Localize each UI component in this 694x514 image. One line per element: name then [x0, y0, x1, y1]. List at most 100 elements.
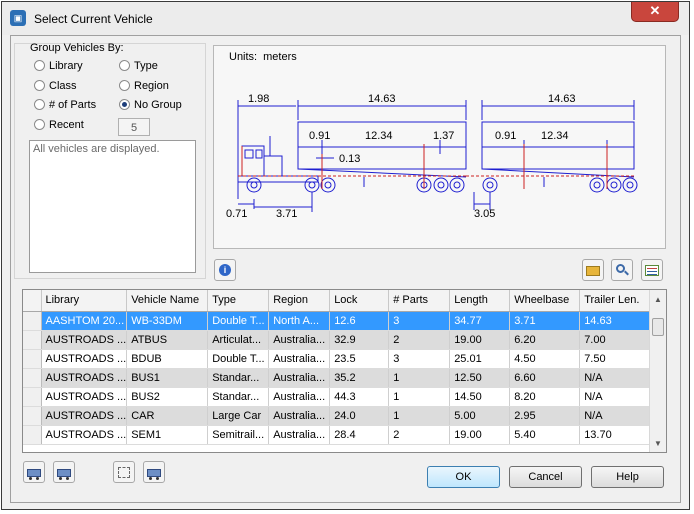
cell: WB-33DM [126, 311, 209, 331]
cell: 4.50 [509, 349, 581, 369]
vehicle-info-button[interactable]: i [214, 259, 236, 281]
table-row[interactable]: AUSTROADS ... SEM1 Semitrail... Australi… [23, 425, 653, 445]
table-row[interactable]: AUSTROADS ... CAR Large Car Australia...… [23, 406, 653, 426]
cell: 5.00 [449, 406, 511, 426]
scroll-thumb[interactable] [652, 318, 664, 336]
radio-region[interactable]: Region [119, 80, 169, 92]
cell: N/A [579, 368, 653, 388]
group-title: Group Vehicles By: [30, 42, 124, 54]
radio-label: Class [49, 80, 77, 92]
open-library-button[interactable] [582, 259, 604, 281]
radio-dot [119, 80, 130, 91]
radio-dot-selected [119, 99, 130, 110]
ok-button[interactable]: OK [427, 466, 500, 488]
cell: AUSTROADS ... [41, 425, 128, 445]
table-row[interactable]: AASHTOM 20... WB-33DM Double T... North … [23, 311, 653, 331]
row-selector[interactable] [23, 425, 42, 445]
dim-front: 1.98 [248, 93, 270, 105]
cell: 24.0 [329, 406, 390, 426]
cell: SEM1 [126, 425, 209, 445]
cell: 12.50 [449, 368, 511, 388]
col-trailer-length[interactable]: Trailer Len. [579, 290, 653, 312]
cell: Double T... [207, 349, 270, 369]
cell: Standar... [207, 368, 270, 388]
row-selector[interactable] [23, 387, 42, 407]
radio-label: Library [49, 60, 83, 72]
table-scrollbar[interactable]: ▲ ▼ [649, 290, 666, 452]
app-icon: ▣ [10, 10, 26, 26]
cell: 13.70 [579, 425, 653, 445]
cell: 3 [388, 311, 451, 331]
col-library[interactable]: Library [41, 290, 128, 312]
cell: 7.50 [579, 349, 653, 369]
units-label: Units: [229, 51, 258, 63]
col-region[interactable]: Region [268, 290, 331, 312]
table-row[interactable]: AUSTROADS ... ATBUS Articulat... Austral… [23, 330, 653, 350]
table-row[interactable]: AUSTROADS ... BDUB Double T... Australia… [23, 349, 653, 369]
radio-class[interactable]: Class [34, 80, 77, 92]
cell: 23.5 [329, 349, 390, 369]
close-button[interactable]: ✕ [631, 2, 679, 22]
cell: 5.40 [509, 425, 581, 445]
help-button[interactable]: Help [591, 466, 664, 488]
radio-no-group[interactable]: No Group [119, 99, 182, 111]
edit-vehicle-button[interactable] [53, 461, 75, 483]
col-length[interactable]: Length [449, 290, 511, 312]
cell: AUSTROADS ... [41, 387, 128, 407]
vehicle-report-button[interactable] [641, 259, 663, 281]
cell: 2.95 [509, 406, 581, 426]
cancel-button[interactable]: Cancel [509, 466, 582, 488]
cell: Semitrail... [207, 425, 270, 445]
table-row[interactable]: AUSTROADS ... BUS2 Standar... Australia.… [23, 387, 653, 407]
col-type[interactable]: Type [207, 290, 270, 312]
radio-dot [34, 60, 45, 71]
recent-count-field[interactable]: 5 [118, 118, 150, 136]
row-selector[interactable] [23, 406, 42, 426]
radio-dot [34, 80, 45, 91]
cell: 8.20 [509, 387, 581, 407]
units-value: meters [263, 51, 297, 63]
cell: 14.50 [449, 387, 511, 407]
cell: 28.4 [329, 425, 390, 445]
vehicle-table-body: Library Vehicle Name Type Region Lock # … [23, 290, 653, 445]
cell: 35.2 [329, 368, 390, 388]
cell: BUS1 [126, 368, 209, 388]
col-vehicle-name[interactable]: Vehicle Name [126, 290, 209, 312]
radio-recent[interactable]: Recent [34, 119, 84, 131]
cell: AASHTOM 20... [41, 311, 128, 331]
scroll-down-arrow[interactable]: ▼ [650, 436, 666, 452]
radio-type[interactable]: Type [119, 60, 158, 72]
dim-t2-axle-spread: 12.34 [541, 130, 569, 142]
magnifier-handle [624, 270, 629, 276]
row-selector[interactable] [23, 349, 42, 369]
dim-t1-rear-overhang: 1.37 [433, 130, 455, 142]
row-selector[interactable] [23, 368, 42, 388]
col-parts[interactable]: # Parts [388, 290, 451, 312]
row-selector[interactable] [23, 330, 42, 350]
dim-t1-axle-spread: 12.34 [365, 130, 393, 142]
cell: AUSTROADS ... [41, 349, 128, 369]
col-lock[interactable]: Lock [329, 290, 390, 312]
select-outline-button[interactable] [113, 461, 135, 483]
cell: Australia... [268, 349, 331, 369]
dim-drawbar: 3.05 [474, 208, 496, 220]
cell: 44.3 [329, 387, 390, 407]
radio-library[interactable]: Library [34, 60, 83, 72]
cell: 14.63 [579, 311, 653, 331]
cell: Australia... [268, 425, 331, 445]
preview-vehicle-button[interactable] [611, 259, 633, 281]
row-selector[interactable] [23, 311, 42, 331]
dim-t2-front-overhang: 0.91 [495, 130, 517, 142]
copy-vehicle-button[interactable] [143, 461, 165, 483]
cell: 1 [388, 406, 451, 426]
scroll-up-arrow[interactable]: ▲ [650, 292, 666, 308]
radio-dot [34, 119, 45, 130]
title-bar: ▣ Select Current Vehicle ✕ [2, 2, 689, 35]
table-row[interactable]: AUSTROADS ... BUS1 Standar... Australia.… [23, 368, 653, 388]
new-vehicle-button[interactable] [23, 461, 45, 483]
radio-num-parts[interactable]: # of Parts [34, 99, 96, 111]
col-wheelbase[interactable]: Wheelbase [509, 290, 581, 312]
cell: BUS2 [126, 387, 209, 407]
dim-front-axle: 0.71 [226, 208, 248, 220]
window-title: Select Current Vehicle [34, 12, 153, 26]
